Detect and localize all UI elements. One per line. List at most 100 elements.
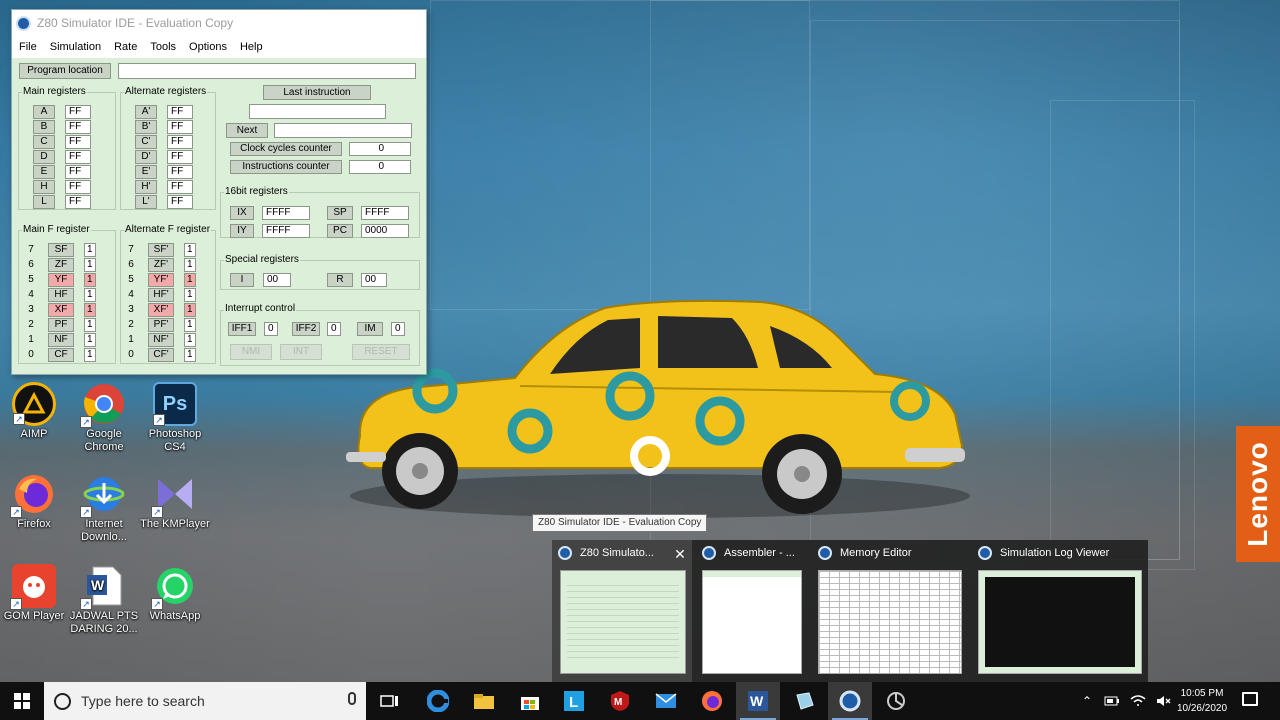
thumbnail-z80-simulator[interactable]: Z80 Simulato... ✕ <box>552 540 692 682</box>
flag-value[interactable]: 1 <box>184 258 196 272</box>
register-value[interactable]: FF <box>65 180 91 194</box>
wifi-icon[interactable] <box>1130 694 1146 708</box>
clock-cycles-counter-button[interactable]: Clock cycles counter <box>230 142 342 156</box>
flag-value[interactable]: 1 <box>84 303 96 317</box>
store-icon[interactable] <box>508 682 552 720</box>
instructions-counter-button[interactable]: Instructions counter <box>230 160 342 174</box>
taskbar-search-box[interactable]: Type here to search <box>44 682 366 720</box>
flag-value[interactable]: 1 <box>184 273 196 287</box>
menu-options[interactable]: Options <box>189 41 227 53</box>
register-value[interactable]: FF <box>167 195 193 209</box>
register-name-button[interactable]: C' <box>135 135 157 149</box>
flag-name-button[interactable]: XF' <box>148 303 174 317</box>
register-value[interactable]: FF <box>167 105 193 119</box>
register-value[interactable]: FF <box>65 165 91 179</box>
flag-value[interactable]: 1 <box>184 348 196 362</box>
register-name-button[interactable]: H <box>33 180 55 194</box>
iff2-button[interactable]: IFF2 <box>292 322 320 336</box>
flag-name-button[interactable]: CF' <box>148 348 174 362</box>
sp-value[interactable]: FFFF <box>361 206 409 220</box>
flag-value[interactable]: 1 <box>84 333 96 347</box>
menu-tools[interactable]: Tools <box>150 41 176 53</box>
register-name-button[interactable]: A <box>33 105 55 119</box>
sp-button[interactable]: SP <box>327 206 353 220</box>
register-value[interactable]: FF <box>167 135 193 149</box>
register-name-button[interactable]: E <box>33 165 55 179</box>
iy-value[interactable]: FFFF <box>262 224 310 238</box>
desktop-icon-whatsapp[interactable]: ↗ WhatsApp <box>137 564 213 623</box>
flag-value[interactable]: 1 <box>184 318 196 332</box>
menu-simulation[interactable]: Simulation <box>50 41 101 53</box>
flag-name-button[interactable]: NF <box>48 333 74 347</box>
register-value[interactable]: FF <box>167 120 193 134</box>
flag-value[interactable]: 1 <box>84 273 96 287</box>
desktop-icon-chrome[interactable]: ↗ Google Chrome <box>66 382 142 454</box>
im-button[interactable]: IM <box>357 322 383 336</box>
register-value[interactable]: FF <box>65 120 91 134</box>
flag-value[interactable]: 1 <box>84 258 96 272</box>
register-name-button[interactable]: H' <box>135 180 157 194</box>
i-register-button[interactable]: I <box>230 273 254 287</box>
register-name-button[interactable]: A' <box>135 105 157 119</box>
register-name-button[interactable]: B <box>33 120 55 134</box>
program-location-button[interactable]: Program location <box>19 63 111 79</box>
pc-value[interactable]: 0000 <box>361 224 409 238</box>
thumbnail-simulation-log-viewer[interactable]: Simulation Log Viewer <box>972 540 1148 682</box>
edge-icon[interactable] <box>416 682 460 720</box>
notification-center-icon[interactable] <box>1242 692 1258 706</box>
im-value[interactable]: 0 <box>391 322 405 336</box>
register-value[interactable]: FF <box>167 180 193 194</box>
iff1-value[interactable]: 0 <box>264 322 278 336</box>
register-value[interactable]: FF <box>65 105 91 119</box>
register-name-button[interactable]: B' <box>135 120 157 134</box>
menu-file[interactable]: File <box>19 41 37 53</box>
register-value[interactable]: FF <box>65 195 91 209</box>
file-explorer-icon[interactable] <box>462 682 506 720</box>
register-name-button[interactable]: D' <box>135 150 157 164</box>
thumbnail-close-icon[interactable]: ✕ <box>672 546 688 563</box>
flag-name-button[interactable]: PF <box>48 318 74 332</box>
chevron-up-icon[interactable]: ⌃ <box>1082 694 1092 708</box>
desktop-icon-gom-player[interactable]: ↗ GOM Player <box>0 564 72 623</box>
flag-name-button[interactable]: HF' <box>148 288 174 302</box>
flag-value[interactable]: 1 <box>84 348 96 362</box>
next-button[interactable]: Next <box>226 123 268 138</box>
register-value[interactable]: FF <box>167 150 193 164</box>
flag-value[interactable]: 1 <box>184 243 196 257</box>
mcafee-icon[interactable]: M <box>598 682 642 720</box>
flag-value[interactable]: 1 <box>184 333 196 347</box>
settings-icon[interactable] <box>874 682 918 720</box>
mail-icon[interactable] <box>644 682 688 720</box>
i-register-value[interactable]: 00 <box>263 273 291 287</box>
flag-value[interactable]: 1 <box>84 288 96 302</box>
last-instruction-button[interactable]: Last instruction <box>263 85 371 100</box>
register-value[interactable]: FF <box>65 150 91 164</box>
microphone-icon[interactable] <box>348 692 356 705</box>
register-value[interactable]: FF <box>65 135 91 149</box>
r-register-value[interactable]: 00 <box>361 273 387 287</box>
desktop-icon-kmplayer[interactable]: ↗ The KMPlayer <box>137 472 213 531</box>
register-name-button[interactable]: L' <box>135 195 157 209</box>
iff1-button[interactable]: IFF1 <box>228 322 256 336</box>
register-name-button[interactable]: L <box>33 195 55 209</box>
word-icon[interactable]: W <box>736 682 780 720</box>
desktop-icon-firefox[interactable]: ↗ Firefox <box>0 472 72 531</box>
r-register-button[interactable]: R <box>327 273 353 287</box>
desktop-icon-photoshop[interactable]: Ps ↗ Photoshop CS4 <box>137 382 213 454</box>
flag-name-button[interactable]: NF' <box>148 333 174 347</box>
menu-help[interactable]: Help <box>240 41 263 53</box>
flag-name-button[interactable]: CF <box>48 348 74 362</box>
nmi-button[interactable]: NMI <box>230 344 272 360</box>
desktop-icon-word-doc[interactable]: W ↗ JADWAL PTS DARING 20... <box>66 564 142 636</box>
flag-name-button[interactable]: SF' <box>148 243 174 257</box>
flag-name-button[interactable]: HF <box>48 288 74 302</box>
register-name-button[interactable]: D <box>33 150 55 164</box>
register-name-button[interactable]: E' <box>135 165 157 179</box>
menu-rate[interactable]: Rate <box>114 41 137 53</box>
iff2-value[interactable]: 0 <box>327 322 341 336</box>
firefox-taskbar-icon[interactable] <box>690 682 734 720</box>
thumbnail-assembler[interactable]: Assembler - ... <box>696 540 808 682</box>
flag-name-button[interactable]: SF <box>48 243 74 257</box>
flag-value[interactable]: 1 <box>84 318 96 332</box>
flag-value[interactable]: 1 <box>84 243 96 257</box>
